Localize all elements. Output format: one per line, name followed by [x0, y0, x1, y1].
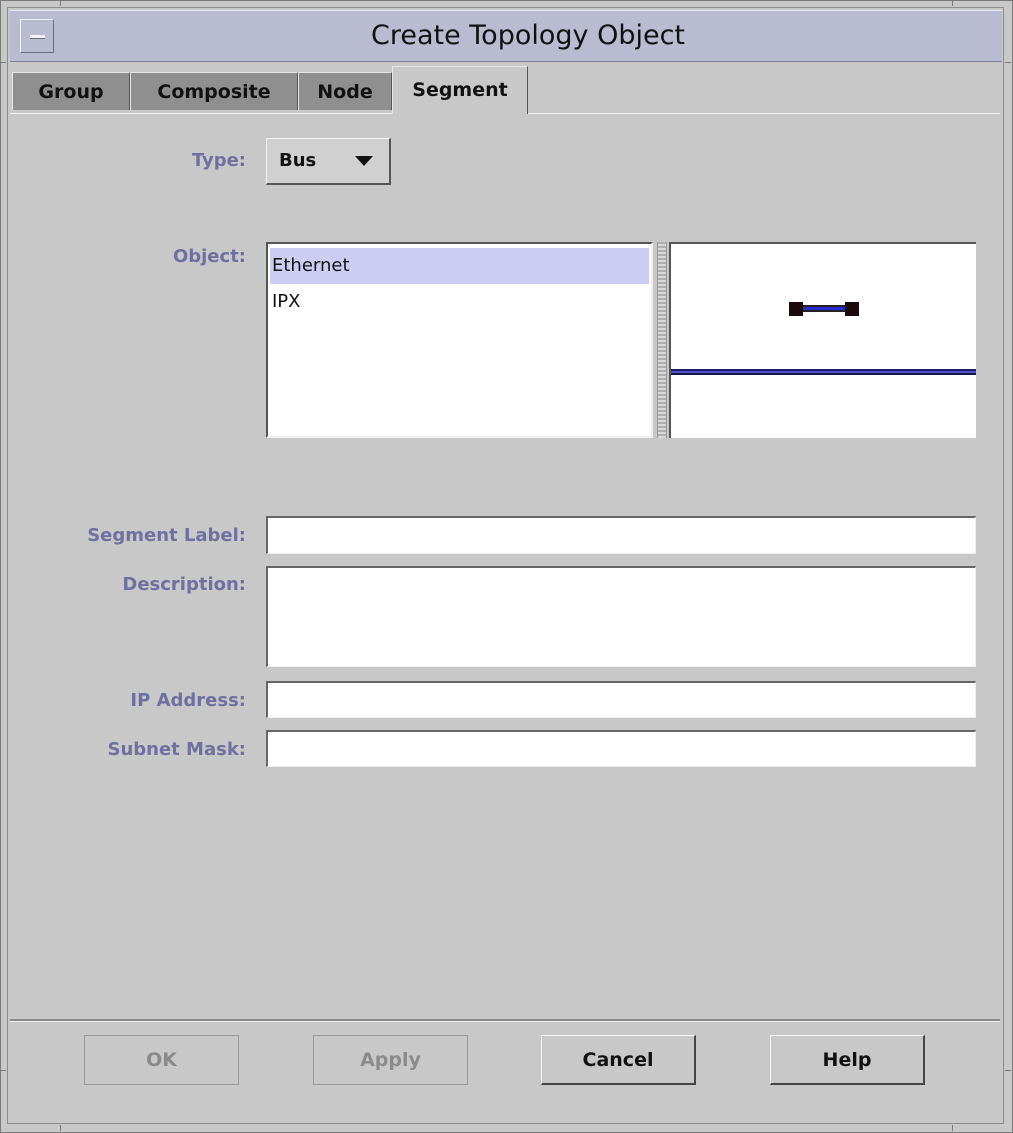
button-separator: [10, 1019, 1000, 1022]
resize-corner-top-left[interactable]: [60, 0, 61, 6]
type-label: Type:: [191, 150, 246, 171]
resize-edge-left-bottom[interactable]: [0, 1070, 6, 1071]
apply-button[interactable]: Apply: [313, 1035, 468, 1085]
help-button[interactable]: Help: [770, 1035, 925, 1085]
resize-corner-top-right[interactable]: [952, 0, 953, 6]
segment-label-field[interactable]: [266, 516, 976, 554]
subnet-mask-field[interactable]: [266, 730, 976, 767]
list-item-ipx[interactable]: IPX: [270, 284, 649, 320]
description-field[interactable]: [266, 566, 976, 667]
cancel-button[interactable]: Cancel: [541, 1035, 696, 1085]
title-bar[interactable]: Create Topology Object: [10, 10, 1002, 62]
tab-node[interactable]: Node: [298, 72, 392, 110]
list-item-ethernet[interactable]: Ethernet: [270, 248, 649, 284]
object-label: Object:: [172, 246, 246, 267]
splitter-handle[interactable]: [657, 242, 667, 438]
tab-strip: Group Composite Node Segment: [10, 66, 1000, 114]
window-title: Create Topology Object: [370, 20, 686, 51]
system-menu-button[interactable]: [20, 19, 54, 53]
resize-corner-bottom-left[interactable]: [60, 1125, 61, 1131]
resize-edge-left-top[interactable]: [0, 62, 6, 63]
tab-divider-right: [528, 113, 1000, 114]
bus-segment-icon: [671, 302, 976, 375]
type-dropdown-value: Bus: [279, 150, 317, 171]
tab-segment[interactable]: Segment: [392, 66, 528, 114]
description-label: Description:: [122, 574, 246, 595]
type-dropdown[interactable]: Bus: [266, 138, 391, 185]
subnet-mask-label: Subnet Mask:: [107, 739, 247, 760]
ok-button[interactable]: OK: [84, 1035, 239, 1085]
minus-bar-icon: [30, 35, 45, 39]
object-preview: [669, 242, 976, 438]
tab-divider-left: [10, 113, 392, 114]
resize-edge-right-bottom[interactable]: [1005, 1070, 1011, 1071]
ip-address-label: IP Address:: [130, 690, 246, 711]
ip-address-field[interactable]: [266, 681, 976, 718]
tab-composite[interactable]: Composite: [130, 72, 298, 110]
resize-corner-bottom-right[interactable]: [952, 1125, 953, 1131]
segment-label-label: Segment Label:: [87, 525, 246, 546]
triangle-down-icon: [355, 156, 373, 166]
object-list[interactable]: Ethernet IPX: [266, 242, 653, 438]
resize-edge-right-top[interactable]: [1005, 62, 1011, 63]
tab-group[interactable]: Group: [12, 72, 130, 110]
